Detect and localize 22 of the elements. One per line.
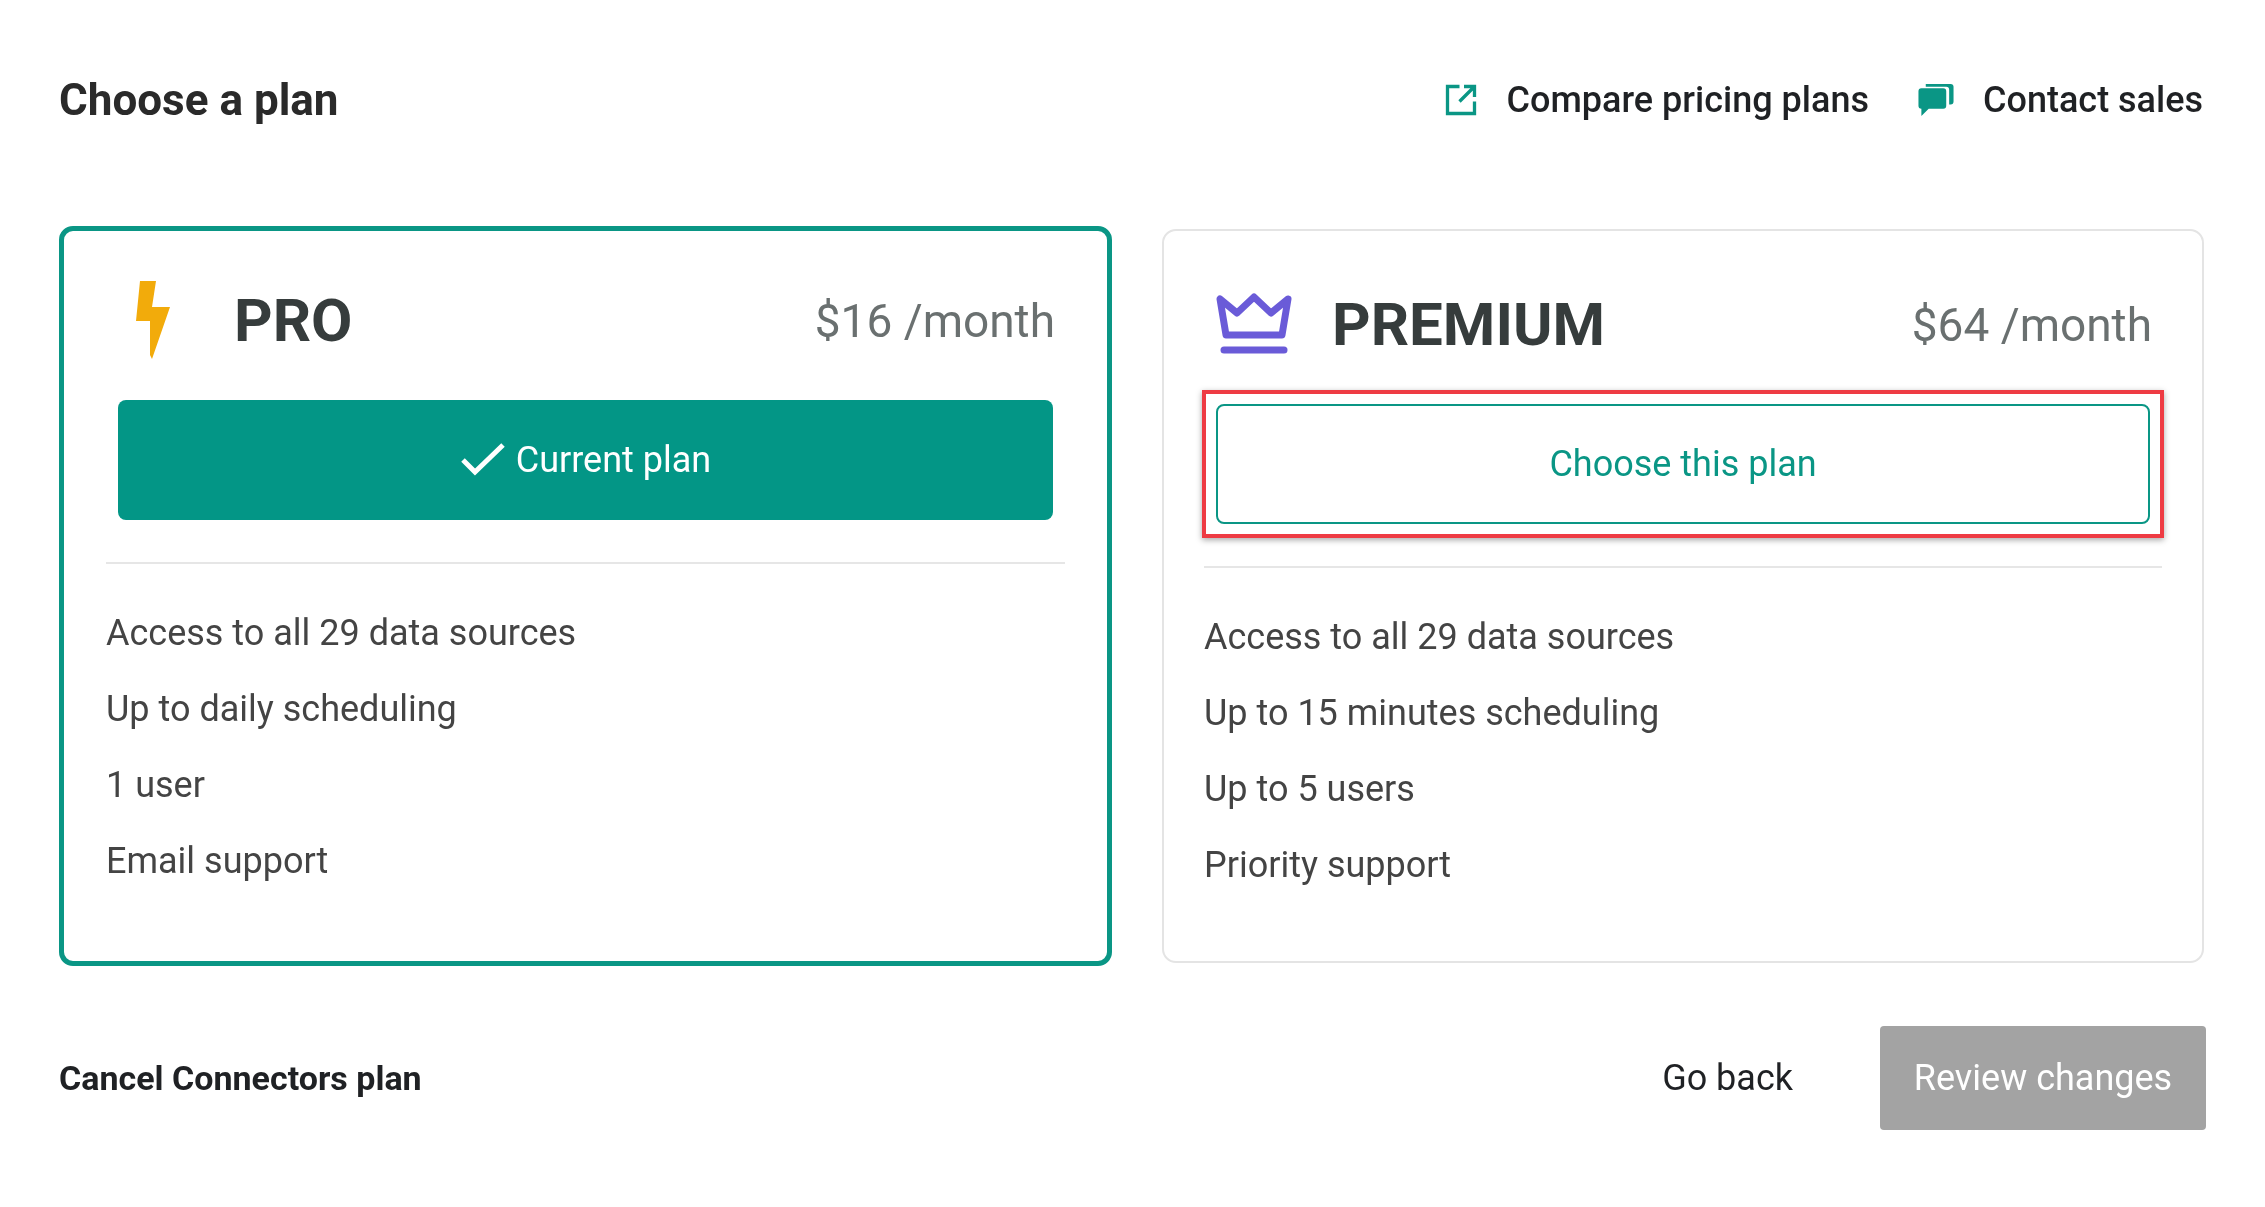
plan-price: $16 /month <box>814 292 1055 350</box>
crown-icon <box>1214 293 1294 357</box>
feature-text: 1 user <box>106 766 206 804</box>
cancel-plan-link[interactable]: Cancel Connectors plan <box>59 1052 422 1104</box>
plan-name: PREMIUM <box>1332 288 1606 362</box>
choose-plan-button[interactable]: Choose this plan <box>1216 404 2150 524</box>
feature-text: Email support <box>106 842 330 880</box>
feature-text: Priority support <box>1204 846 1453 884</box>
feature-text: Access to all 29 data sources <box>1204 618 1676 656</box>
feature-text: Up to 5 users <box>1204 770 1416 808</box>
feature-text: Up to daily scheduling <box>106 690 458 728</box>
header-link[interactable]: Contact sales <box>1917 73 2203 127</box>
plan-price: $64 /month <box>1911 296 2152 354</box>
feature-text: Up to 15 minutes scheduling <box>1204 694 1661 732</box>
chat-bubbles-icon <box>1917 82 1955 118</box>
header-link[interactable]: Compare pricing plans <box>1442 73 1869 127</box>
checkmark-icon <box>459 442 506 478</box>
current-plan-button[interactable]: Current plan <box>118 400 1053 520</box>
page-title: Choose a plan <box>59 73 339 128</box>
plan-name: PRO <box>234 284 353 358</box>
feature-text: Access to all 29 data sources <box>106 614 578 652</box>
go-back-link[interactable]: Go back <box>1662 1051 1793 1105</box>
